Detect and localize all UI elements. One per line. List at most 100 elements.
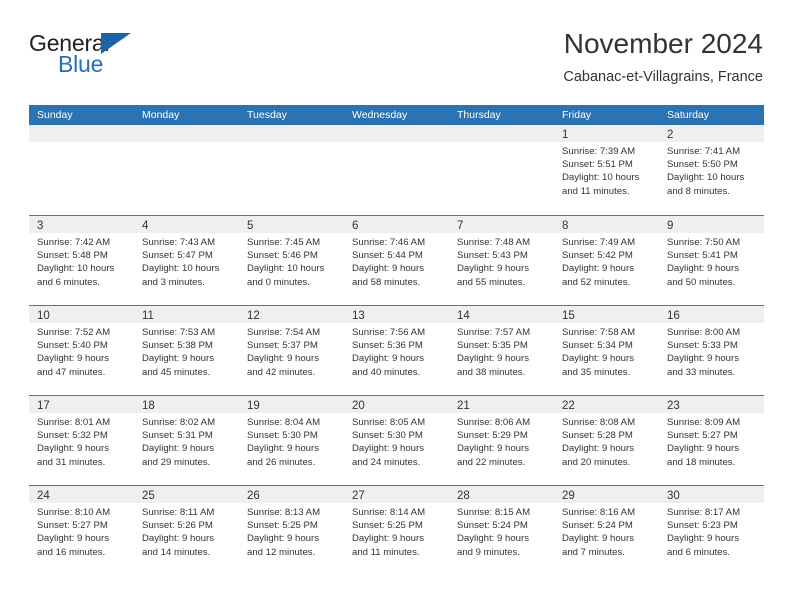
day-details: Sunrise: 7:50 AM Sunset: 5:41 PM Daylight:… (659, 233, 764, 289)
day-number-band (29, 125, 134, 142)
day-detail-line: Sunset: 5:29 PM (457, 430, 528, 442)
day-number-band (449, 125, 554, 142)
calendar-day-cell[interactable]: 2 Sunrise: 7:41 AM Sunset: 5:50 PM Daylight… (659, 125, 764, 215)
day-detail-line: Sunrise: 8:01 AM (37, 417, 111, 428)
calendar-day-cell[interactable]: 27 Sunrise: 8:14 AM Sunset: 5:25 PM Dayligh… (344, 486, 449, 575)
calendar-day-cell[interactable]: 3 Sunrise: 7:42 AM Sunset: 5:48 PM Daylight… (29, 216, 134, 305)
calendar-day-cell[interactable]: 8 Sunrise: 7:49 AM Sunset: 5:42 PM Daylight… (554, 216, 659, 305)
day-number-band: 18 (134, 396, 239, 413)
day-details: Sunrise: 7:56 AM Sunset: 5:36 PM Daylight:… (344, 323, 449, 379)
calendar-day-cell[interactable]: 13 Sunrise: 7:56 AM Sunset: 5:36 PM Dayligh… (344, 306, 449, 395)
calendar-day-cell[interactable]: 24 Sunrise: 8:10 AM Sunset: 5:27 PM Dayligh… (29, 486, 134, 575)
day-number: 8 (562, 220, 569, 232)
day-detail-line: Sunrise: 8:10 AM (37, 507, 111, 518)
day-number-band: 21 (449, 396, 554, 413)
calendar-day-cell[interactable]: 28 Sunrise: 8:15 AM Sunset: 5:24 PM Dayligh… (449, 486, 554, 575)
day-detail-line: Daylight: 9 hours (562, 533, 634, 545)
day-detail-line: Daylight: 9 hours (37, 443, 109, 455)
day-detail-line: and 12 minutes. (247, 546, 316, 558)
calendar-day-cell[interactable]: 1 Sunrise: 7:39 AM Sunset: 5:51 PM Daylight… (554, 125, 659, 215)
day-detail-line: Daylight: 9 hours (142, 353, 214, 365)
calendar-day-cell[interactable]: 4 Sunrise: 7:43 AM Sunset: 5:47 PM Daylight… (134, 216, 239, 305)
day-detail-line: and 33 minutes. (667, 366, 736, 378)
day-number: 19 (247, 400, 260, 412)
day-detail-line: Daylight: 10 hours (247, 263, 325, 275)
calendar-day-cell[interactable]: 11 Sunrise: 7:53 AM Sunset: 5:38 PM Dayligh… (134, 306, 239, 395)
day-number: 25 (142, 490, 155, 502)
calendar-day-cell[interactable]: 14 Sunrise: 7:57 AM Sunset: 5:35 PM Dayligh… (449, 306, 554, 395)
calendar-day-cell[interactable]: 19 Sunrise: 8:04 AM Sunset: 5:30 PM Dayligh… (239, 396, 344, 485)
calendar-day-cell[interactable]: 26 Sunrise: 8:13 AM Sunset: 5:25 PM Dayligh… (239, 486, 344, 575)
day-detail-line: Daylight: 9 hours (457, 263, 529, 275)
calendar-day-cell[interactable]: 15 Sunrise: 7:58 AM Sunset: 5:34 PM Dayligh… (554, 306, 659, 395)
day-detail-line: and 40 minutes. (352, 366, 421, 378)
day-details: Sunrise: 7:46 AM Sunset: 5:44 PM Daylight:… (344, 233, 449, 289)
calendar-day-cell[interactable]: 17 Sunrise: 8:01 AM Sunset: 5:32 PM Dayligh… (29, 396, 134, 485)
calendar-day-cell[interactable]: 30 Sunrise: 8:17 AM Sunset: 5:23 PM Dayligh… (659, 486, 764, 575)
day-detail-line: Daylight: 9 hours (457, 443, 529, 455)
day-detail-line: Daylight: 9 hours (457, 353, 529, 365)
day-detail-line: Daylight: 9 hours (352, 533, 424, 545)
calendar-day-cell[interactable]: 20 Sunrise: 8:05 AM Sunset: 5:30 PM Dayligh… (344, 396, 449, 485)
day-detail-line: Sunrise: 8:06 AM (457, 417, 531, 428)
day-detail-line: Sunrise: 7:43 AM (142, 237, 216, 248)
calendar-day-cell[interactable]: 18 Sunrise: 8:02 AM Sunset: 5:31 PM Dayligh… (134, 396, 239, 485)
day-detail-line: Sunrise: 7:49 AM (562, 237, 636, 248)
day-number-band: 3 (29, 216, 134, 233)
calendar-day-cell[interactable]: 5 Sunrise: 7:45 AM Sunset: 5:46 PM Daylight… (239, 216, 344, 305)
calendar-day-cell[interactable]: 23 Sunrise: 8:09 AM Sunset: 5:27 PM Dayligh… (659, 396, 764, 485)
day-detail-line: Sunrise: 7:58 AM (562, 327, 636, 338)
calendar-day-cell[interactable]: 7 Sunrise: 7:48 AM Sunset: 5:43 PM Daylight… (449, 216, 554, 305)
calendar-day-cell[interactable]: 12 Sunrise: 7:54 AM Sunset: 5:37 PM Dayligh… (239, 306, 344, 395)
day-number-band: 24 (29, 486, 134, 503)
day-details: Sunrise: 7:45 AM Sunset: 5:46 PM Daylight:… (239, 233, 344, 289)
day-details (344, 142, 449, 145)
day-detail-line: Sunrise: 8:04 AM (247, 417, 321, 428)
calendar-week-row: 24 Sunrise: 8:10 AM Sunset: 5:27 PM Dayligh… (29, 485, 764, 575)
day-number-band: 19 (239, 396, 344, 413)
calendar-day-cell[interactable]: 25 Sunrise: 8:11 AM Sunset: 5:26 PM Dayligh… (134, 486, 239, 575)
calendar-day-cell[interactable]: 9 Sunrise: 7:50 AM Sunset: 5:41 PM Daylight… (659, 216, 764, 305)
day-number-band (344, 125, 449, 142)
calendar-header-row: Sunday Monday Tuesday Wednesday Thursday Frid… (29, 105, 764, 125)
day-details: Sunrise: 7:48 AM Sunset: 5:43 PM Daylight:… (449, 233, 554, 289)
day-details: Sunrise: 7:49 AM Sunset: 5:42 PM Daylight:… (554, 233, 659, 289)
day-detail-line: Daylight: 9 hours (667, 443, 739, 455)
day-detail-line: and 29 minutes. (142, 456, 211, 468)
day-detail-line: Sunrise: 7:56 AM (352, 327, 426, 338)
day-detail-line: Sunset: 5:25 PM (352, 520, 423, 532)
day-detail-line: Sunset: 5:42 PM (562, 250, 633, 262)
day-number-band: 16 (659, 306, 764, 323)
calendar-day-cell[interactable]: 21 Sunrise: 8:06 AM Sunset: 5:29 PM Dayligh… (449, 396, 554, 485)
day-details: Sunrise: 8:05 AM Sunset: 5:30 PM Daylight:… (344, 413, 449, 469)
day-detail-line: Daylight: 9 hours (247, 443, 319, 455)
day-details (239, 142, 344, 145)
day-details: Sunrise: 8:08 AM Sunset: 5:28 PM Daylight:… (554, 413, 659, 469)
day-detail-line: Sunrise: 7:52 AM (37, 327, 111, 338)
day-number: 27 (352, 490, 365, 502)
day-details (449, 142, 554, 145)
day-number: 26 (247, 490, 260, 502)
day-detail-line: and 47 minutes. (37, 366, 106, 378)
day-number-band: 8 (554, 216, 659, 233)
day-detail-line: Sunset: 5:41 PM (667, 250, 738, 262)
day-detail-line: Daylight: 9 hours (562, 353, 634, 365)
day-detail-line: and 35 minutes. (562, 366, 631, 378)
weekday-header-sunday: Sunday (37, 109, 73, 121)
general-blue-logo[interactable]: General Blue (29, 30, 229, 86)
day-detail-line: Daylight: 10 hours (142, 263, 220, 275)
day-details: Sunrise: 8:17 AM Sunset: 5:23 PM Daylight:… (659, 503, 764, 559)
day-number-band: 20 (344, 396, 449, 413)
day-number: 14 (457, 310, 470, 322)
calendar-day-cell[interactable]: 6 Sunrise: 7:46 AM Sunset: 5:44 PM Daylight… (344, 216, 449, 305)
calendar-day-cell[interactable]: 22 Sunrise: 8:08 AM Sunset: 5:28 PM Dayligh… (554, 396, 659, 485)
calendar-day-cell[interactable]: 16 Sunrise: 8:00 AM Sunset: 5:33 PM Dayligh… (659, 306, 764, 395)
calendar-week-row: 1 Sunrise: 7:39 AM Sunset: 5:51 PM Daylight… (29, 125, 764, 215)
day-detail-line: Sunset: 5:30 PM (352, 430, 423, 442)
calendar-day-cell-empty (29, 125, 134, 215)
day-detail-line: and 50 minutes. (667, 276, 736, 288)
calendar-day-cell[interactable]: 29 Sunrise: 8:16 AM Sunset: 5:24 PM Dayligh… (554, 486, 659, 575)
day-detail-line: Sunset: 5:27 PM (37, 520, 108, 532)
day-number-band: 12 (239, 306, 344, 323)
calendar-day-cell[interactable]: 10 Sunrise: 7:52 AM Sunset: 5:40 PM Dayligh… (29, 306, 134, 395)
